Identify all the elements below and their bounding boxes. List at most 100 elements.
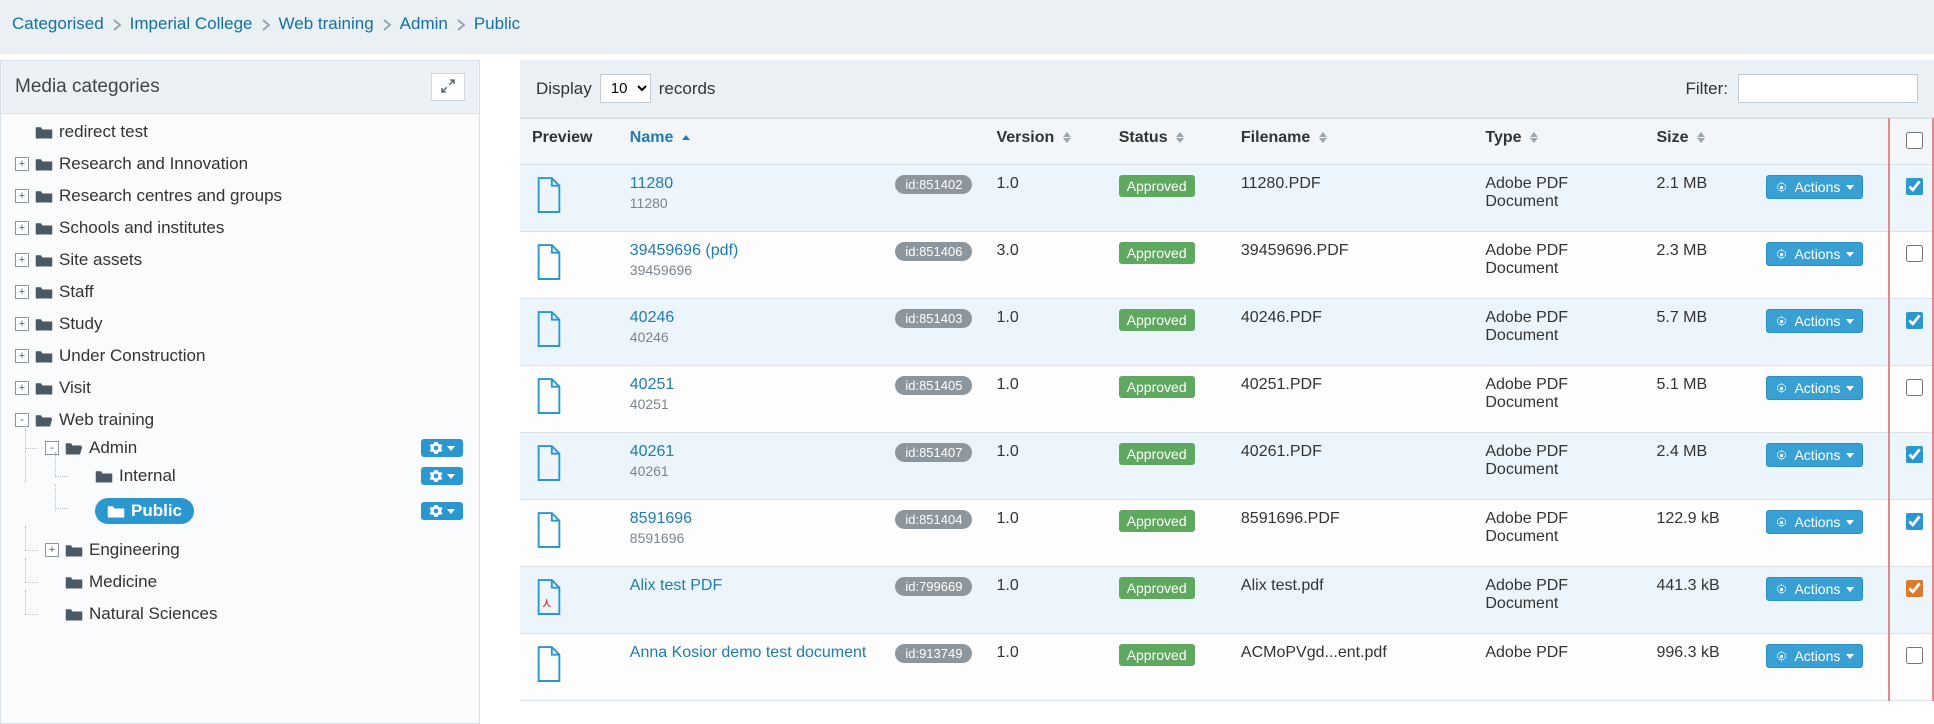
actions-label: Actions — [1794, 380, 1840, 396]
row-name-link[interactable]: 39459696 (pdf) — [630, 242, 739, 259]
category-actions-button[interactable] — [421, 502, 463, 520]
col-select-all[interactable] — [1889, 119, 1933, 165]
status-badge: Approved — [1119, 175, 1195, 197]
display-label: Display — [536, 79, 592, 99]
expand-icon[interactable]: + — [15, 221, 29, 235]
col-status[interactable]: Status — [1107, 119, 1229, 165]
row-select-checkbox[interactable] — [1906, 580, 1923, 597]
folder-icon — [107, 504, 125, 519]
tree-node-row[interactable]: +Under Construction — [9, 344, 479, 368]
collapse-icon[interactable]: - — [15, 413, 29, 427]
actions-label: Actions — [1794, 514, 1840, 530]
row-type: Adobe PDF — [1473, 634, 1644, 701]
tree-node-row[interactable]: Medicine — [39, 570, 479, 594]
tree-node-row[interactable]: redirect test — [9, 120, 479, 144]
tree-node-row[interactable]: +Research and Innovation — [9, 152, 479, 176]
collapse-icon[interactable]: - — [45, 441, 59, 455]
sort-icon — [1176, 132, 1184, 143]
tree-node-label: Staff — [59, 282, 94, 302]
folder-icon — [65, 607, 83, 622]
table-row: id:85140740261402611.0Approved40261.PDFA… — [520, 433, 1933, 500]
tree-node-row[interactable]: +Schools and institutes — [9, 216, 479, 240]
folder-icon — [35, 349, 53, 364]
tree-node-row[interactable]: +Research centres and groups — [9, 184, 479, 208]
row-select-checkbox[interactable] — [1906, 312, 1923, 329]
tree-node-row[interactable]: + Staff — [9, 280, 479, 304]
folder-icon — [35, 157, 53, 172]
col-type[interactable]: Type — [1473, 119, 1644, 165]
row-name-link[interactable]: 8591696 — [630, 510, 692, 527]
row-actions-button[interactable]: Actions — [1766, 577, 1863, 601]
expand-icon[interactable]: + — [15, 157, 29, 171]
row-actions-button[interactable]: Actions — [1766, 175, 1863, 199]
tree-node-label: Engineering — [89, 540, 180, 560]
row-version: 1.0 — [984, 634, 1106, 701]
tree-node-row[interactable]: +Site assets — [9, 248, 479, 272]
actions-label: Actions — [1794, 447, 1840, 463]
tree-node-selected[interactable]: Public — [69, 496, 479, 526]
expand-icon[interactable]: + — [15, 349, 29, 363]
tree-node-row[interactable]: +Visit — [9, 376, 479, 400]
col-filename[interactable]: Filename — [1229, 119, 1473, 165]
row-select-checkbox[interactable] — [1906, 379, 1923, 396]
page-size-select[interactable]: 10 — [600, 74, 651, 103]
filter-input[interactable] — [1738, 74, 1918, 103]
actions-label: Actions — [1794, 313, 1840, 329]
tree-node-row[interactable]: -Web training — [9, 408, 479, 432]
row-actions-button[interactable]: Actions — [1766, 242, 1863, 266]
col-version[interactable]: Version — [984, 119, 1106, 165]
row-select-checkbox[interactable] — [1906, 245, 1923, 262]
col-name[interactable]: Name — [618, 119, 985, 165]
breadcrumb-link[interactable]: Categorised — [4, 14, 112, 33]
expand-icon[interactable]: + — [15, 317, 29, 331]
select-all-checkbox[interactable] — [1906, 132, 1923, 149]
row-version: 1.0 — [984, 433, 1106, 500]
status-badge: Approved — [1119, 242, 1195, 264]
row-actions-button[interactable]: Actions — [1766, 443, 1863, 467]
category-actions-button[interactable] — [421, 439, 463, 457]
row-name-link[interactable]: Alix test PDF — [630, 577, 722, 594]
row-name-link[interactable]: 11280 — [630, 175, 673, 192]
tree-node-row[interactable]: -Admin — [39, 436, 479, 460]
breadcrumb-link[interactable]: Public — [466, 14, 528, 33]
row-select-checkbox[interactable] — [1906, 446, 1923, 463]
media-table: Preview Name Version Status Filename — [520, 118, 1934, 701]
breadcrumb-link[interactable]: Admin — [392, 14, 456, 33]
tree-node: +Schools and institutes — [9, 212, 479, 244]
row-select-checkbox[interactable] — [1906, 513, 1923, 530]
expand-icon[interactable]: + — [15, 381, 29, 395]
col-size[interactable]: Size — [1644, 119, 1754, 165]
tree-node-row[interactable]: Natural Sciences — [39, 602, 479, 626]
tree-node: -Web training -Admin Internal Public + Engine… — [9, 404, 479, 634]
category-actions-button[interactable] — [421, 467, 463, 485]
tree-node: + Staff — [9, 276, 479, 308]
actions-label: Actions — [1794, 179, 1840, 195]
row-actions-button[interactable]: Actions — [1766, 510, 1863, 534]
expand-icon[interactable]: + — [15, 285, 29, 299]
row-select-checkbox[interactable] — [1906, 647, 1923, 664]
breadcrumb-link[interactable]: Imperial College — [122, 14, 261, 33]
gear-icon — [429, 504, 443, 518]
row-filename: ACMoPVgd...ent.pdf — [1229, 634, 1473, 701]
expand-tree-button[interactable] — [431, 73, 465, 101]
row-name-link[interactable]: 40246 — [630, 309, 675, 326]
row-name-link[interactable]: Anna Kosior demo test document — [630, 644, 867, 661]
expand-icon[interactable]: + — [45, 543, 59, 557]
row-select-checkbox[interactable] — [1906, 178, 1923, 195]
row-actions-button[interactable]: Actions — [1766, 376, 1863, 400]
gear-icon — [1775, 583, 1788, 596]
tree-node-row[interactable]: + Study — [9, 312, 479, 336]
tree-node-label: Study — [59, 314, 102, 334]
row-actions-button[interactable]: Actions — [1766, 309, 1863, 333]
expand-icon[interactable]: + — [15, 189, 29, 203]
tree-node: + Engineering — [39, 534, 479, 566]
tree-node-row[interactable]: Internal — [69, 464, 479, 488]
tree-node-row[interactable]: + Engineering — [39, 538, 479, 562]
id-badge: id:799669 — [895, 577, 972, 596]
tree-node: Internal — [69, 460, 479, 492]
row-name-link[interactable]: 40261 — [630, 443, 675, 460]
expand-icon[interactable]: + — [15, 253, 29, 267]
row-actions-button[interactable]: Actions — [1766, 644, 1863, 668]
row-name-link[interactable]: 40251 — [630, 376, 675, 393]
breadcrumb-link[interactable]: Web training — [271, 14, 382, 33]
